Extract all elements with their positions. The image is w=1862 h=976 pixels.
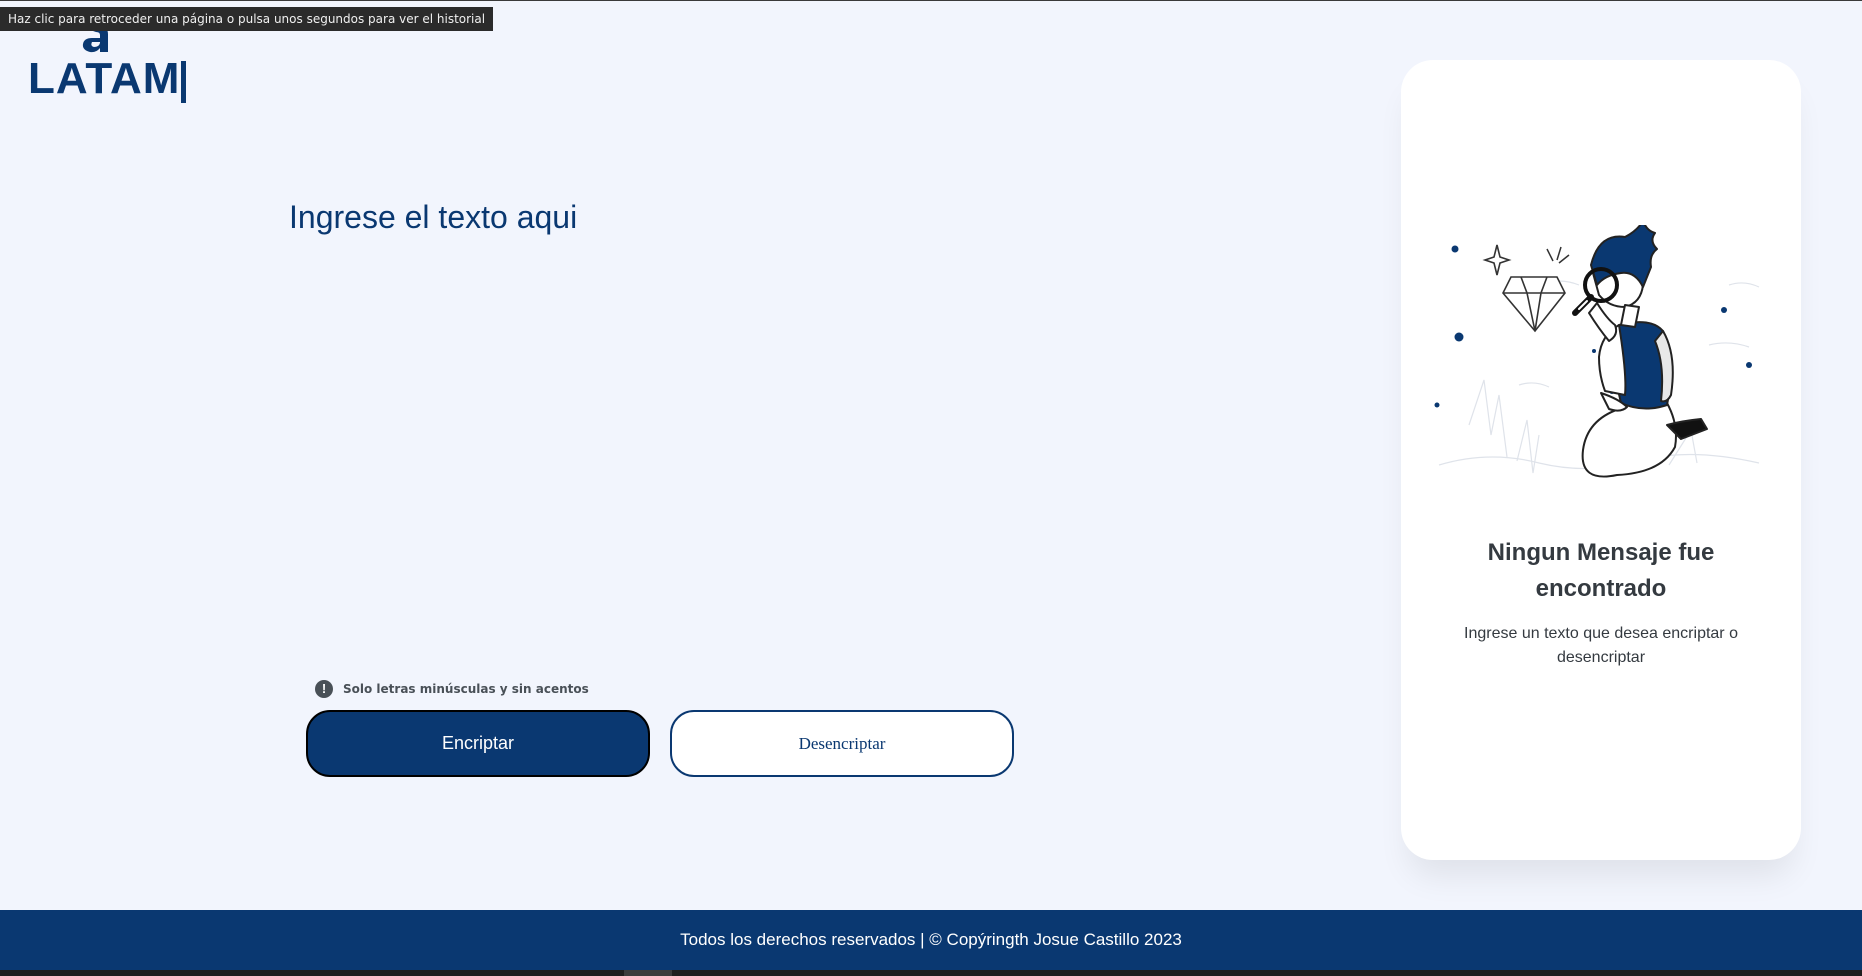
logo-mark-icon [82,28,108,53]
logo-divider [181,61,186,103]
result-panel: Ningun Mensaje fue encontrado Ingrese un… [1401,60,1801,860]
logo[interactable]: LATAM [28,28,198,103]
hint-text: Solo letras minúsculas y sin acentos [343,682,589,696]
taskbar-edge [0,970,1862,976]
text-input[interactable] [289,190,1249,650]
decrypt-button[interactable]: Desencriptar [670,710,1014,777]
footer: Todos los derechos reservados | © Copýri… [0,910,1862,970]
exclamation-icon: ! [315,680,333,698]
result-subtitle: Ingrese un texto que desea encriptar o d… [1464,625,1738,666]
person-searching-illustration [1434,225,1760,478]
encrypt-button[interactable]: Encriptar [306,710,650,777]
window-top-border [0,0,1862,1]
back-button-tooltip: Haz clic para retroceder una página o pu… [0,7,494,31]
result-title: Ningun Mensaje fue encontrado [1487,539,1715,602]
logo-text: LATAM [28,54,181,103]
footer-text: Todos los derechos reservados | © Copýri… [680,930,1182,949]
taskbar-tab[interactable] [624,970,672,976]
input-hint: ! Solo letras minúsculas y sin acentos [315,680,589,698]
